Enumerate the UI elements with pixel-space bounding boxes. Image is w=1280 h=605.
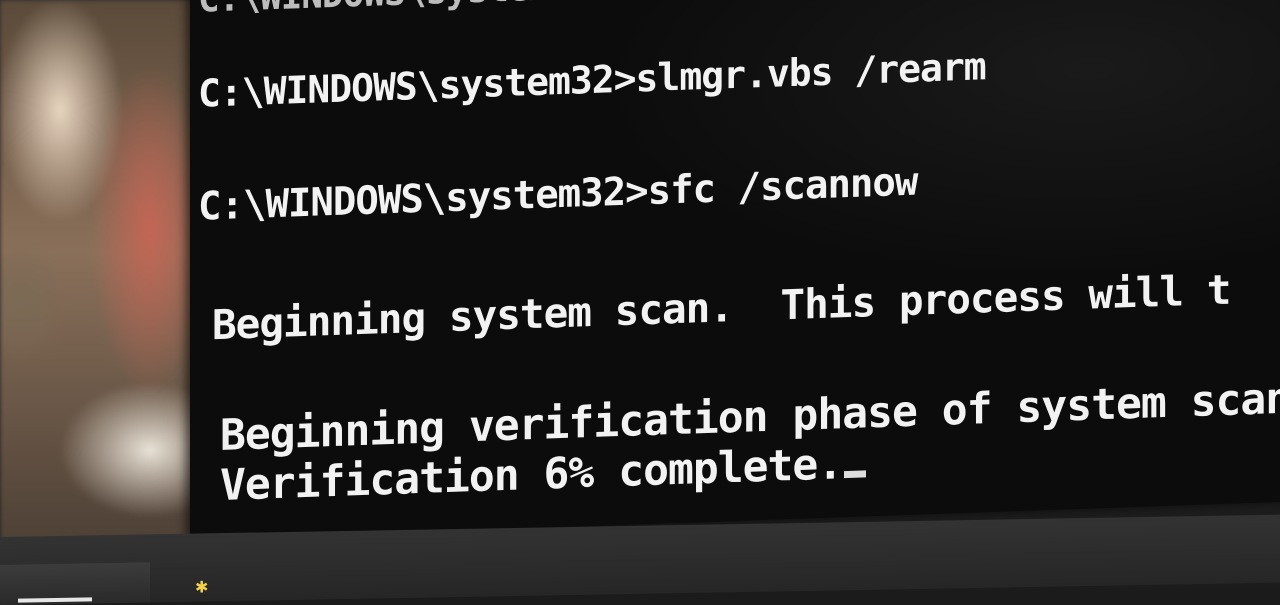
command-prompt-window[interactable]: C:\WINDOWS\system32> C:\WINDOWS\system32… [190,0,1280,541]
photo-of-monitor: C:\WINDOWS\system32> C:\WINDOWS\system32… [0,0,1280,605]
sticky-notes-icon[interactable]: ✱ [195,577,215,596]
text-cursor [844,470,867,479]
console-line-slmgr-command: C:\WINDOWS\system32>slmgr.vbs /rearm [198,44,986,116]
console-line-scan-start: Beginning system scan. This process will… [212,265,1231,350]
console-line-sfc-command: C:\WINDOWS\system32>sfc /scannow [198,159,918,230]
console-line-partial: C:\WINDOWS\system32> [198,0,611,21]
